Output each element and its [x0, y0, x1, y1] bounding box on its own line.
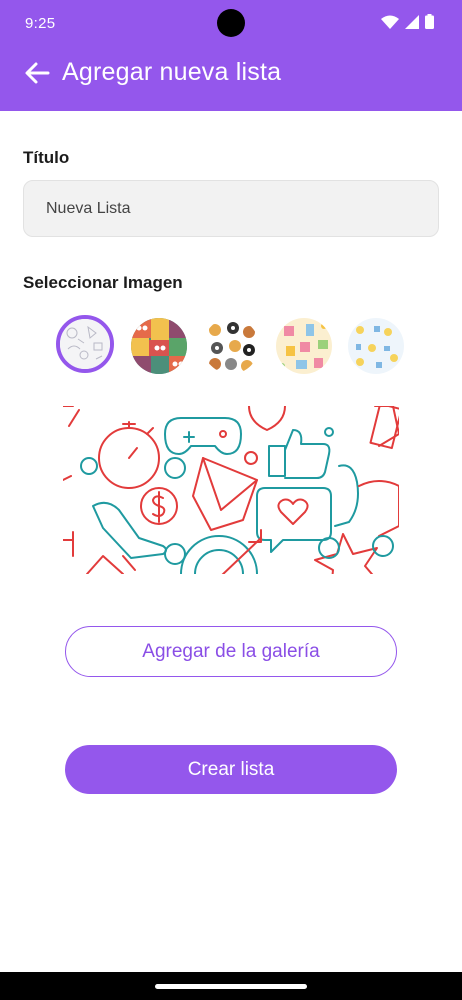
image-option-monster-cats[interactable] [131, 318, 187, 374]
signal-icon [405, 14, 419, 29]
image-option-gifts[interactable] [276, 318, 332, 374]
image-option-dogs[interactable] [203, 318, 259, 374]
wifi-icon [381, 15, 399, 29]
status-time: 9:25 [25, 15, 56, 32]
page-title: Agregar nueva lista [62, 58, 282, 86]
title-input[interactable]: Nueva Lista [23, 180, 439, 237]
home-handle[interactable] [155, 984, 307, 989]
status-bar: 9:25 [0, 0, 462, 46]
image-thumbnails [0, 315, 462, 377]
image-option-doodle[interactable] [56, 315, 114, 373]
image-option-lightbulbs[interactable] [348, 318, 404, 374]
camera-cutout [217, 9, 245, 37]
create-list-button[interactable]: Crear lista [65, 745, 397, 794]
arrow-left-icon[interactable] [24, 60, 50, 86]
image-label: Seleccionar Imagen [23, 273, 183, 292]
selected-image-preview [63, 406, 399, 574]
app-bar: 9:25 Agregar nueva lista [0, 0, 462, 111]
status-icons [381, 14, 434, 29]
add-from-gallery-button[interactable]: Agregar de la galería [65, 626, 397, 677]
title-label: Título [23, 148, 70, 167]
title-input-value[interactable]: Nueva Lista [46, 200, 131, 218]
battery-icon [425, 14, 434, 29]
